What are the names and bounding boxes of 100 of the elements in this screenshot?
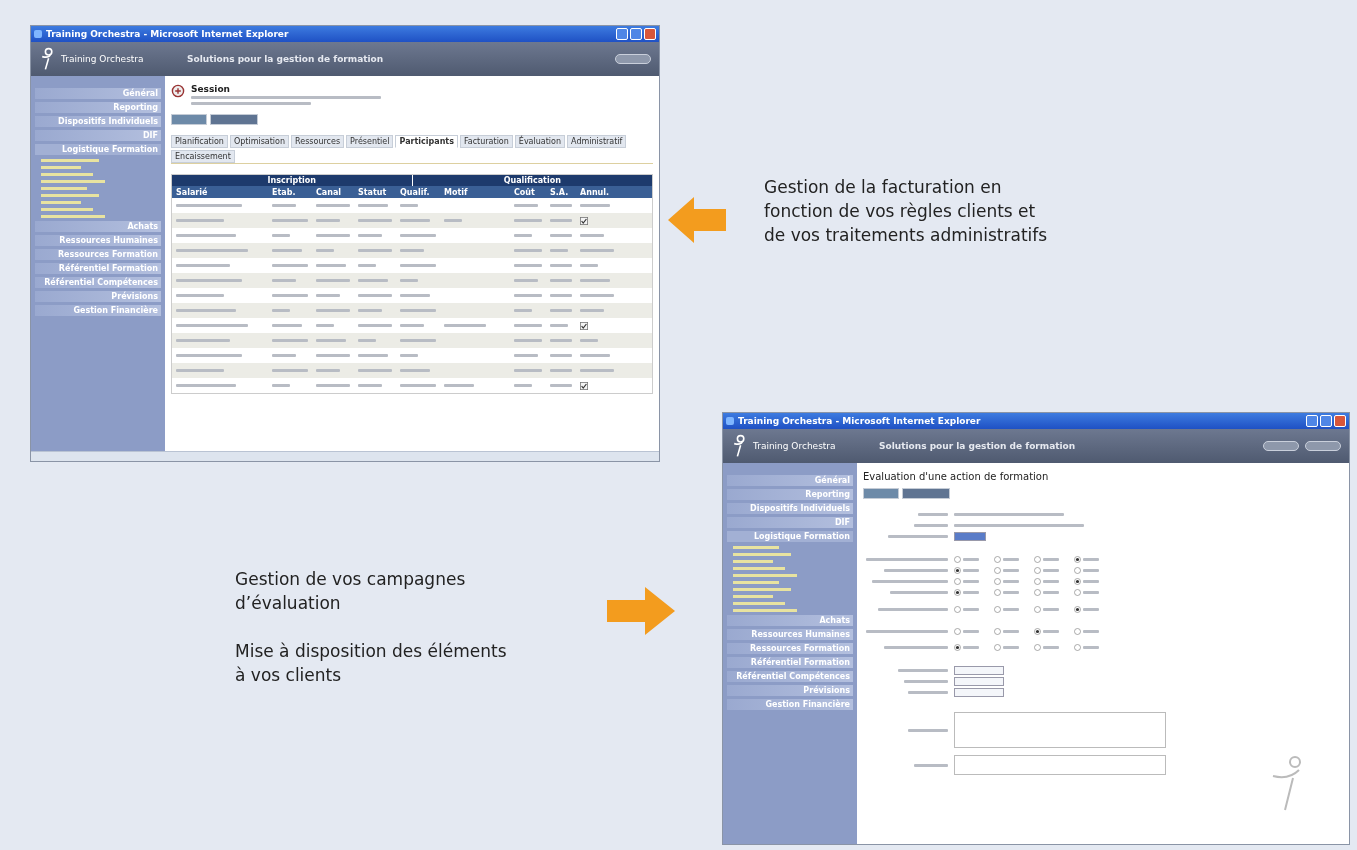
tab[interactable]: Ressources <box>291 135 345 148</box>
action-button[interactable] <box>863 488 899 499</box>
sidebar-item[interactable]: Prévisions <box>727 685 853 696</box>
sidebar-item[interactable]: Référentiel Compétences <box>35 277 161 288</box>
tab[interactable]: Encaissement <box>171 150 235 163</box>
tab[interactable]: Présentiel <box>346 135 394 148</box>
radio-button[interactable] <box>994 578 1001 585</box>
radio-button[interactable] <box>954 627 961 635</box>
minimize-icon[interactable] <box>1306 415 1318 427</box>
sidebar-link[interactable] <box>41 180 105 183</box>
radio-button[interactable] <box>1034 605 1041 613</box>
dropdown[interactable] <box>954 532 986 541</box>
text-area[interactable] <box>954 755 1166 775</box>
sidebar-item[interactable]: Référentiel Compétences <box>727 671 853 682</box>
header-button[interactable] <box>615 54 651 64</box>
tab[interactable]: Optimisation <box>229 135 290 148</box>
radio-button[interactable] <box>1034 578 1041 585</box>
tab[interactable]: Participants <box>395 135 458 148</box>
radio-button[interactable] <box>954 578 961 585</box>
radio-button[interactable] <box>954 644 961 651</box>
sidebar-item[interactable]: Général <box>727 475 853 486</box>
radio-button[interactable] <box>994 567 1001 574</box>
action-button[interactable] <box>171 114 207 125</box>
sidebar-item[interactable]: Achats <box>727 615 853 626</box>
sidebar-link[interactable] <box>41 187 87 190</box>
header-button[interactable] <box>1263 441 1299 451</box>
checkbox[interactable] <box>580 321 588 330</box>
close-icon[interactable] <box>1334 415 1346 427</box>
radio-button[interactable] <box>1074 589 1081 596</box>
sidebar-item[interactable]: Référentiel Formation <box>35 263 161 274</box>
radio-button[interactable] <box>1074 644 1081 651</box>
sidebar-link[interactable] <box>733 581 779 584</box>
radio-button[interactable] <box>1034 567 1041 574</box>
radio-button[interactable] <box>1074 605 1081 613</box>
maximize-icon[interactable] <box>630 28 642 40</box>
radio-button[interactable] <box>954 567 961 574</box>
sidebar-link[interactable] <box>733 567 785 570</box>
sidebar-link[interactable] <box>41 159 99 162</box>
sidebar-link[interactable] <box>41 201 81 204</box>
checkbox[interactable] <box>580 216 588 225</box>
sidebar-link[interactable] <box>733 574 797 577</box>
header-button[interactable] <box>1305 441 1341 451</box>
sidebar-item[interactable]: Dispositifs Individuels <box>35 116 161 127</box>
sidebar-item[interactable]: Ressources Formation <box>727 643 853 654</box>
radio-button[interactable] <box>1034 589 1041 596</box>
checkbox[interactable] <box>580 381 588 390</box>
radio-button[interactable] <box>994 556 1001 563</box>
sidebar-link[interactable] <box>733 560 773 563</box>
sidebar-item[interactable]: Achats <box>35 221 161 232</box>
sidebar-item[interactable]: Prévisions <box>35 291 161 302</box>
sidebar-item[interactable]: Reporting <box>35 102 161 113</box>
sidebar-item[interactable]: Ressources Humaines <box>727 629 853 640</box>
radio-button[interactable] <box>954 605 961 613</box>
sidebar-link[interactable] <box>733 609 797 612</box>
sidebar-link[interactable] <box>733 595 773 598</box>
sidebar-item[interactable]: Gestion Financière <box>727 699 853 710</box>
radio-button[interactable] <box>1034 644 1041 651</box>
horizontal-scrollbar[interactable] <box>31 451 659 461</box>
tab[interactable]: Facturation <box>459 135 513 148</box>
text-area[interactable] <box>954 712 1166 748</box>
sidebar-link[interactable] <box>41 194 99 197</box>
sidebar-item[interactable]: DIF <box>35 130 161 141</box>
dropdown[interactable] <box>954 688 1004 697</box>
sidebar-item[interactable]: Gestion Financière <box>35 305 161 316</box>
sidebar-item[interactable]: Ressources Humaines <box>35 235 161 246</box>
sidebar-link[interactable] <box>41 215 105 218</box>
action-button[interactable] <box>210 114 258 125</box>
radio-button[interactable] <box>1074 567 1081 574</box>
radio-button[interactable] <box>1034 556 1041 563</box>
radio-button[interactable] <box>1034 627 1041 635</box>
tab[interactable]: Administratif <box>567 135 627 148</box>
tab[interactable]: Évaluation <box>514 135 566 148</box>
sidebar-link[interactable] <box>733 602 785 605</box>
sidebar-item[interactable]: DIF <box>727 517 853 528</box>
maximize-icon[interactable] <box>1320 415 1332 427</box>
radio-button[interactable] <box>1074 556 1081 563</box>
dropdown[interactable] <box>954 677 1004 686</box>
radio-button[interactable] <box>994 644 1001 651</box>
tab[interactable]: Planification <box>171 135 228 148</box>
sidebar-link[interactable] <box>733 588 791 591</box>
radio-button[interactable] <box>954 589 961 596</box>
sidebar-link[interactable] <box>733 546 779 549</box>
sidebar-item[interactable]: Logistique Formation <box>727 531 853 542</box>
sidebar-link[interactable] <box>41 166 81 169</box>
sidebar-item[interactable]: Logistique Formation <box>35 144 161 155</box>
radio-button[interactable] <box>994 605 1001 613</box>
close-icon[interactable] <box>644 28 656 40</box>
sidebar-item[interactable]: Ressources Formation <box>35 249 161 260</box>
radio-button[interactable] <box>1074 627 1081 635</box>
sidebar-item[interactable]: Reporting <box>727 489 853 500</box>
sidebar-item[interactable]: Général <box>35 88 161 99</box>
sidebar-link[interactable] <box>41 208 93 211</box>
radio-button[interactable] <box>1074 578 1081 585</box>
sidebar-item[interactable]: Dispositifs Individuels <box>727 503 853 514</box>
sidebar-link[interactable] <box>733 553 791 556</box>
dropdown[interactable] <box>954 666 1004 675</box>
radio-button[interactable] <box>994 627 1001 635</box>
radio-button[interactable] <box>994 589 1001 596</box>
sidebar-item[interactable]: Référentiel Formation <box>727 657 853 668</box>
action-button[interactable] <box>902 488 950 499</box>
